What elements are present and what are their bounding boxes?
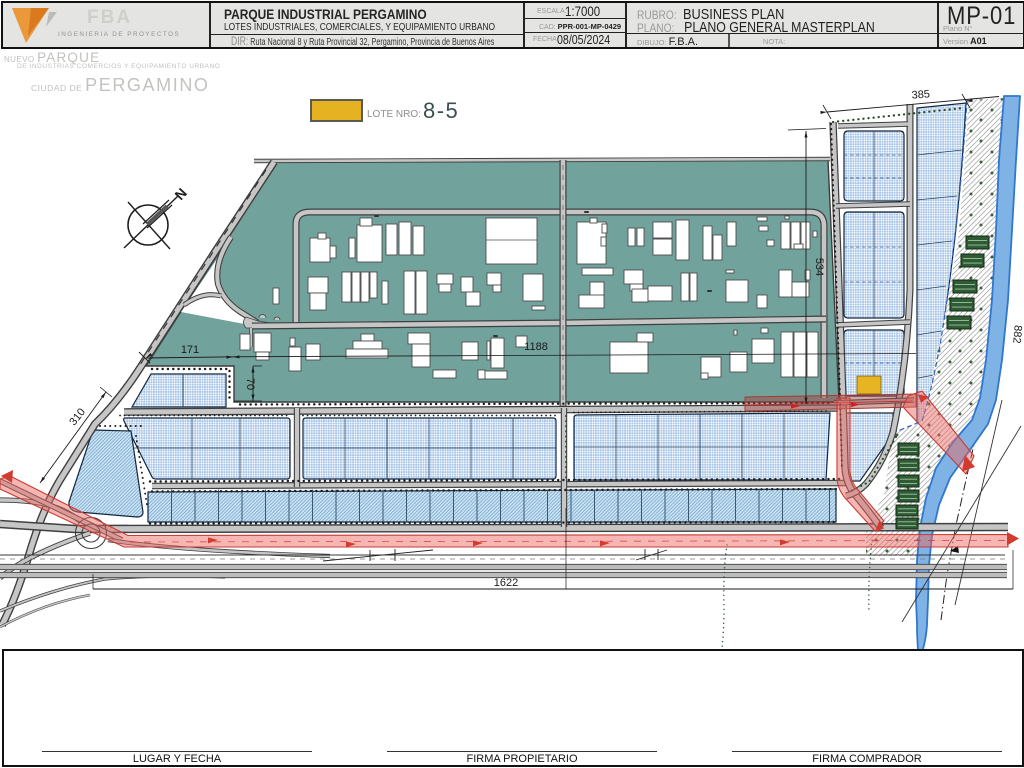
- svg-text:310: 310: [67, 406, 88, 428]
- svg-text:534: 534: [813, 258, 825, 276]
- svg-text:171: 171: [181, 344, 199, 356]
- svg-text:385: 385: [911, 88, 930, 101]
- svg-text:1622: 1622: [494, 577, 518, 589]
- svg-text:70: 70: [244, 378, 256, 390]
- svg-text:882: 882: [1010, 325, 1024, 344]
- svg-text:1188: 1188: [524, 341, 548, 353]
